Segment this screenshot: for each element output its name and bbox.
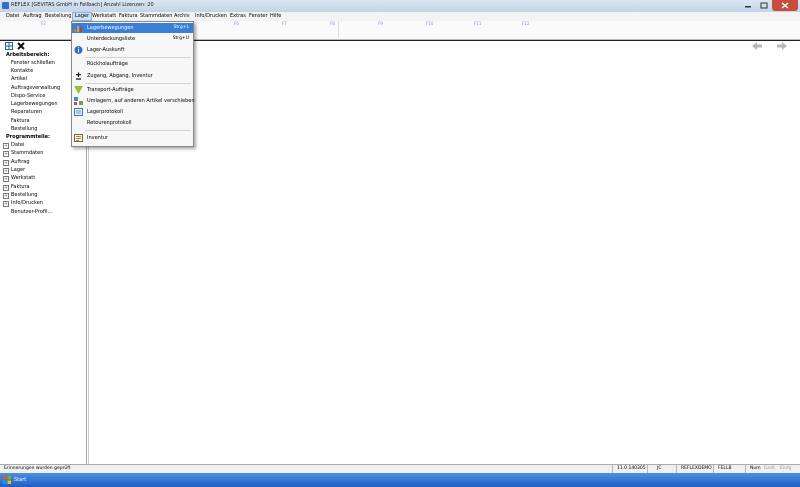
nav-lagerbewegungen[interactable]: Lagerbewegungen	[11, 101, 58, 107]
expand-icon[interactable]: +	[3, 193, 9, 199]
menu-info-drucken[interactable]: Info/Drucken	[193, 13, 229, 20]
start-label: Start	[14, 477, 27, 483]
menu-auftrag[interactable]: Auftrag	[21, 13, 44, 20]
expand-icon[interactable]: +	[3, 151, 9, 157]
menu-fenster[interactable]: Fenster	[247, 13, 270, 20]
expand-icon[interactable]: +	[3, 160, 9, 166]
menu-stammdaten[interactable]: Stammdaten	[138, 13, 174, 20]
expand-icon[interactable]: +	[3, 168, 9, 174]
expand-icon[interactable]: +	[3, 143, 9, 149]
nav-fenster-schliessen[interactable]: Fenster schließen	[11, 60, 55, 66]
nav-bestellung[interactable]: Bestellung	[11, 126, 37, 132]
app-icon	[2, 2, 9, 9]
close-icon	[781, 2, 789, 9]
lager-dropdown-menu: Lagerbewegungen Strg+L Unterdeckungslist…	[71, 21, 195, 147]
menu-datei[interactable]: Datei	[4, 13, 21, 20]
status-branch: FELLB	[718, 466, 732, 471]
back-arrow-icon[interactable]	[752, 42, 762, 50]
menu-item-unterdeckungsliste[interactable]: Unterdeckungsliste Strg+U	[72, 34, 193, 44]
menu-faktura[interactable]: Faktura	[117, 13, 140, 20]
status-user: JC	[657, 466, 662, 471]
maximize-icon	[760, 2, 768, 9]
tree-werkstatt[interactable]: Werkstatt	[11, 175, 35, 181]
status-divider	[676, 465, 677, 473]
menu-hilfe[interactable]: Hilfe	[268, 13, 283, 20]
menu-separator	[85, 57, 191, 58]
fkey-f12[interactable]: F12	[522, 21, 529, 26]
menu-item-lager-auskunft[interactable]: Lager-Auskunft	[72, 45, 193, 55]
nav-auftragsverwaltung[interactable]: Auftragsverwaltung	[11, 85, 60, 91]
plus-minus-icon	[76, 72, 81, 80]
main-content-area	[88, 51, 800, 464]
minimize-icon	[745, 6, 751, 8]
tree-benutzer-profil[interactable]: Benutzer-Profil...	[11, 209, 52, 215]
info-icon	[74, 46, 83, 54]
menu-extras[interactable]: Extras	[228, 13, 248, 20]
relocate-icon	[74, 97, 83, 105]
status-caps-lock: Groß	[764, 466, 775, 471]
menu-item-umlagern[interactable]: Umlagern, auf anderen Artikel verschiebe…	[72, 96, 195, 106]
status-divider	[647, 465, 648, 473]
menu-item-transport-auftraege[interactable]: Transport-Aufträge	[72, 85, 193, 95]
start-button[interactable]: Start	[2, 475, 42, 485]
fkey-f11[interactable]: F11	[474, 21, 481, 26]
expand-icon[interactable]: +	[3, 201, 9, 207]
status-version: 11.0.140305	[617, 466, 646, 471]
fkey-f2[interactable]: F2	[41, 21, 46, 26]
status-insert: Einfg	[780, 466, 792, 471]
nav-reparaturen[interactable]: Reparaturen	[11, 109, 42, 115]
fkey-f9[interactable]: F9	[378, 21, 383, 26]
status-divider	[612, 465, 613, 473]
menu-item-inventur[interactable]: Inventur	[72, 133, 193, 143]
arbeitsbereich-header: Arbeitsbereich:	[6, 52, 50, 58]
status-num-lock: Num	[750, 466, 761, 471]
expand-icon[interactable]: +	[3, 185, 9, 191]
status-divider	[713, 465, 714, 473]
close-panel-icon[interactable]	[17, 42, 25, 50]
maximize-button[interactable]	[756, 0, 772, 11]
menu-item-lagerbewegungen[interactable]: Lagerbewegungen Strg+L	[72, 23, 193, 33]
menu-item-lagerprotokoll[interactable]: Lagerprotokoll	[72, 107, 193, 117]
menu-separator	[85, 83, 191, 84]
windows-logo-icon	[3, 476, 11, 484]
tree-lager[interactable]: Lager	[11, 167, 25, 173]
tree-faktura[interactable]: Faktura	[11, 184, 30, 190]
status-message: Erinnerungen wurden geprüft	[4, 466, 71, 471]
log-icon	[74, 108, 83, 116]
fkey-f8[interactable]: F8	[330, 21, 335, 26]
tree-bestellung[interactable]: Bestellung	[11, 192, 37, 198]
transport-icon	[74, 86, 83, 94]
menu-item-zugang-abgang-inventur[interactable]: Zugang, Abgang, Inventur	[72, 71, 193, 81]
fkey-divider	[338, 21, 339, 38]
programmteile-header: Programmteile:	[6, 134, 51, 140]
menu-bestellung[interactable]: Bestellung	[43, 13, 73, 20]
status-database: REFLEXDEMO	[681, 466, 712, 471]
fkey-f6[interactable]: F6	[234, 21, 239, 26]
menu-werkstatt[interactable]: Werkstatt	[90, 13, 118, 20]
forward-arrow-icon[interactable]	[777, 42, 787, 50]
tree-stammdaten[interactable]: Stammdaten	[11, 150, 43, 156]
taskbar: Start	[0, 473, 800, 487]
menu-archiv[interactable]: Archiv	[172, 13, 192, 20]
nav-artikel[interactable]: Artikel	[11, 76, 27, 82]
tree-datei[interactable]: Datei	[11, 142, 24, 148]
tree-info-drucken[interactable]: Info/Drucken	[11, 200, 43, 206]
fkey-f10[interactable]: F10	[426, 21, 433, 26]
chart-icon	[74, 26, 82, 32]
expand-icon[interactable]: +	[3, 176, 9, 182]
inventory-icon	[74, 134, 83, 142]
nav-faktura[interactable]: Faktura	[11, 118, 30, 124]
menu-item-retourenprotokoll[interactable]: Retourenprotokoll	[72, 118, 193, 128]
nav-dispo-service[interactable]: Dispo-Service	[11, 93, 45, 99]
status-divider	[745, 465, 746, 473]
tree-view-icon[interactable]	[5, 42, 13, 50]
tree-auftrag[interactable]: Auftrag	[11, 159, 30, 165]
menu-separator	[85, 130, 191, 131]
menu-item-rueckholauftraege[interactable]: Rückholaufträge	[72, 59, 193, 69]
fkey-f7[interactable]: F7	[282, 21, 287, 26]
minimize-button[interactable]	[740, 0, 756, 11]
window-title: REFLEX [GEVITAS GmbH in Fellbach] Anzahl…	[11, 2, 154, 8]
nav-kontakte[interactable]: Kontakte	[11, 68, 33, 74]
close-button[interactable]	[772, 0, 798, 11]
